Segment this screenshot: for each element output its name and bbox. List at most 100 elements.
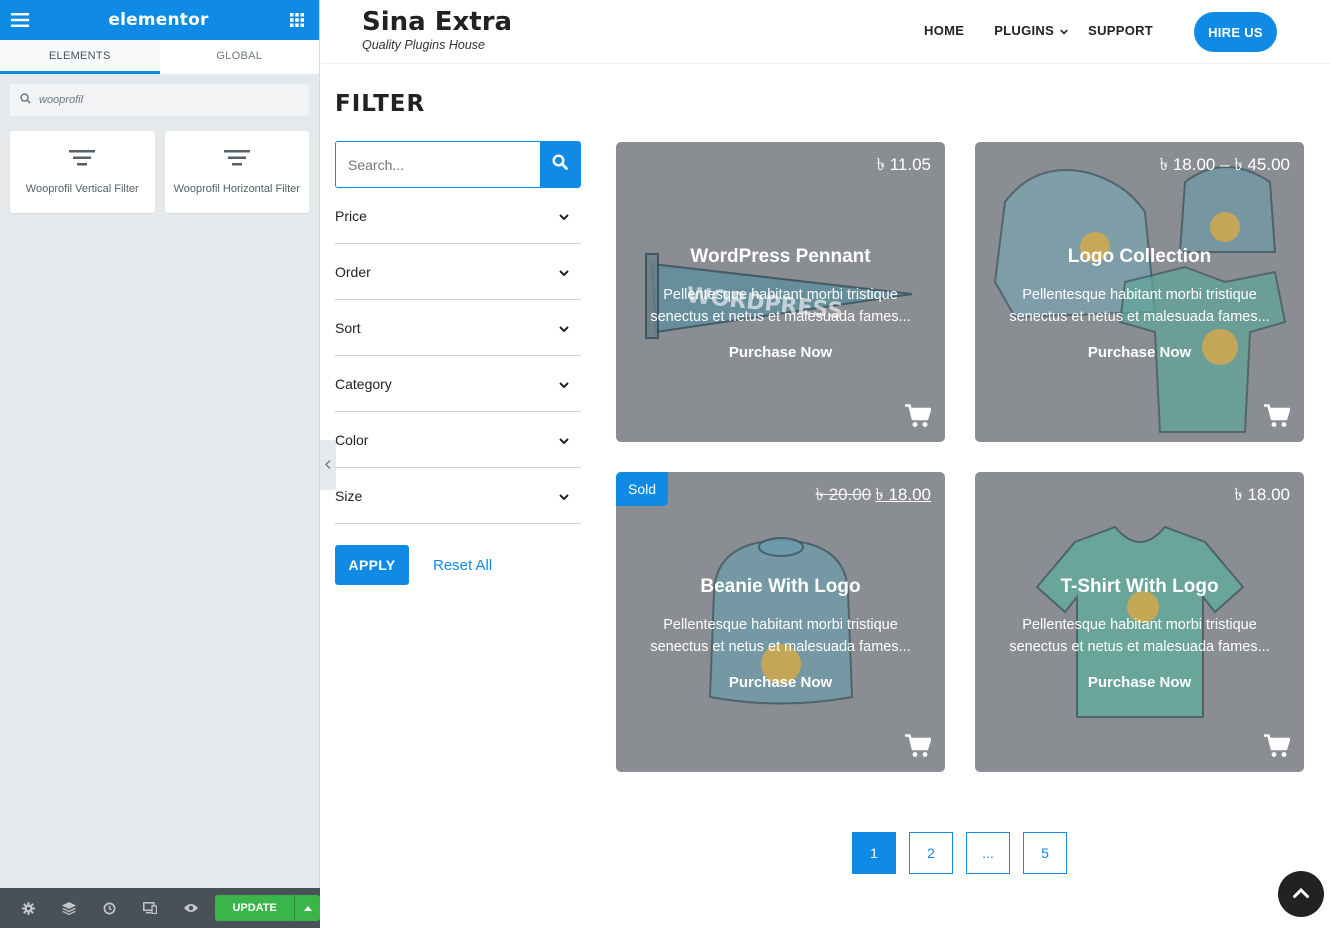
cart-icon[interactable] xyxy=(905,404,932,428)
facet-order[interactable]: Order xyxy=(335,244,581,300)
cart-icon[interactable] xyxy=(905,734,932,758)
facet-label: Size xyxy=(335,487,363,504)
product-description: Pellentesque habitant morbi tristique se… xyxy=(650,617,911,655)
price-value: ৳ 11.05 xyxy=(876,155,931,174)
elementor-panel-footer: UPDATE xyxy=(0,888,321,928)
facet-label: Order xyxy=(335,263,371,280)
facet-price[interactable]: Price xyxy=(335,188,581,244)
product-search-input[interactable] xyxy=(336,142,540,187)
filter-heading: FILTER xyxy=(335,91,426,117)
hamburger-menu-icon[interactable] xyxy=(10,10,30,30)
filter-facets: Price Order Sort Category Color Size xyxy=(335,188,581,524)
chevron-down-icon xyxy=(559,488,569,504)
facet-label: Category xyxy=(335,375,392,392)
hire-us-button[interactable]: HIRE US xyxy=(1194,12,1277,52)
old-price: ৳ 20.00 xyxy=(815,485,872,504)
site-tagline: Quality Plugins House xyxy=(362,38,485,52)
page-2-button[interactable]: 2 xyxy=(909,832,953,874)
sale-price: ৳ 18.00 xyxy=(875,485,931,504)
product-name[interactable]: Beanie With Logo xyxy=(616,576,945,598)
product-price: ৳ 18.00 – ৳ 45.00 xyxy=(1160,152,1290,180)
page-ellipsis-button[interactable]: ... xyxy=(966,832,1010,874)
preview-eye-icon[interactable] xyxy=(170,888,211,928)
settings-gear-icon[interactable] xyxy=(8,888,49,928)
pagination: 1 2 ... 5 xyxy=(852,832,1067,874)
facet-category[interactable]: Category xyxy=(335,356,581,412)
tab-elements[interactable]: ELEMENTS xyxy=(0,40,160,74)
main-nav: HOME PLUGINS SUPPORT xyxy=(924,23,1183,38)
scroll-to-top-button[interactable] xyxy=(1278,871,1324,917)
nav-label: SUPPORT xyxy=(1088,23,1154,38)
filter-lines-icon xyxy=(223,149,250,171)
purchase-now-link[interactable]: Purchase Now xyxy=(616,344,945,361)
product-search xyxy=(335,141,581,188)
filter-lines-icon xyxy=(69,149,96,171)
widget-list: Wooprofil Vertical Filter Wooprofil Hori… xyxy=(10,131,309,213)
site-header: Sina Extra Quality Plugins House HOME PL… xyxy=(321,0,1330,64)
elementor-panel: elementor ELEMENTS GLOBAL Wooprofil Vert… xyxy=(0,0,321,928)
widget-vertical-filter[interactable]: Wooprofil Vertical Filter xyxy=(10,131,155,213)
chevron-down-icon xyxy=(559,432,569,448)
product-price: ৳ 18.00 xyxy=(1234,482,1290,510)
purchase-now-link[interactable]: Purchase Now xyxy=(975,344,1304,361)
chevron-down-icon xyxy=(559,376,569,392)
facet-label: Sort xyxy=(335,319,361,336)
sold-badge: Sold xyxy=(616,472,668,506)
chevron-down-icon xyxy=(1060,23,1068,38)
facet-label: Color xyxy=(335,431,369,448)
facet-size[interactable]: Size xyxy=(335,468,581,524)
purchase-now-link[interactable]: Purchase Now xyxy=(616,674,945,691)
reset-all-link[interactable]: Reset All xyxy=(433,557,492,574)
page-5-button[interactable]: 5 xyxy=(1023,832,1067,874)
site-title[interactable]: Sina Extra xyxy=(362,7,512,37)
nav-label: PLUGINS xyxy=(994,23,1055,38)
cart-icon[interactable] xyxy=(1264,404,1291,428)
page-1-button[interactable]: 1 xyxy=(852,832,896,874)
facet-label: Price xyxy=(335,207,367,224)
widget-label: Wooprofil Horizontal Filter xyxy=(173,182,300,195)
product-card-tshirt-with-logo[interactable]: ৳ 18.00 T-Shirt With Logo Pellentesque h… xyxy=(975,472,1304,772)
nav-item-home[interactable]: HOME xyxy=(924,23,964,38)
widget-horizontal-filter[interactable]: Wooprofil Horizontal Filter xyxy=(164,131,309,213)
widget-search-input[interactable] xyxy=(39,94,279,106)
nav-item-plugins[interactable]: PLUGINS xyxy=(994,23,1068,38)
product-description: Pellentesque habitant morbi tristique se… xyxy=(650,287,911,325)
elementor-logo: elementor xyxy=(108,10,209,30)
product-price: ৳ 20.00 ৳ 18.00 xyxy=(816,482,931,510)
chevron-down-icon xyxy=(559,208,569,224)
chevron-up-icon xyxy=(1293,885,1309,903)
widget-search xyxy=(10,84,309,116)
collapse-panel-handle[interactable] xyxy=(320,440,336,490)
product-name[interactable]: T-Shirt With Logo xyxy=(975,576,1304,598)
update-button[interactable]: UPDATE xyxy=(215,895,295,921)
search-icon xyxy=(552,154,568,175)
nav-item-support[interactable]: SUPPORT xyxy=(1088,23,1153,38)
widgets-grid-icon[interactable] xyxy=(287,10,307,30)
chevron-down-icon xyxy=(559,320,569,336)
update-options-caret-icon[interactable] xyxy=(294,895,321,921)
product-card-logo-collection[interactable]: ৳ 18.00 – ৳ 45.00 Logo Collection Pellen… xyxy=(975,142,1304,442)
apply-button[interactable]: APPLY xyxy=(335,545,409,585)
history-icon[interactable] xyxy=(89,888,130,928)
product-name[interactable]: WordPress Pennant xyxy=(616,246,945,268)
chevron-down-icon xyxy=(559,264,569,280)
widget-label: Wooprofil Vertical Filter xyxy=(25,182,139,195)
product-name[interactable]: Logo Collection xyxy=(975,246,1304,268)
facet-sort[interactable]: Sort xyxy=(335,300,581,356)
cart-icon[interactable] xyxy=(1264,734,1291,758)
product-card-wordpress-pennant[interactable]: WORDPRESS ৳ 11.05 WordPress Pennant Pell… xyxy=(616,142,945,442)
facet-color[interactable]: Color xyxy=(335,412,581,468)
product-card-beanie-with-logo[interactable]: Sold ৳ 20.00 ৳ 18.00 Beanie With Logo Pel… xyxy=(616,472,945,772)
elementor-panel-header: elementor xyxy=(0,0,319,40)
product-description: Pellentesque habitant morbi tristique se… xyxy=(1009,617,1270,655)
price-value: ৳ 18.00 xyxy=(1234,485,1290,504)
tab-global[interactable]: GLOBAL xyxy=(160,40,320,74)
product-price: ৳ 11.05 xyxy=(877,152,931,180)
purchase-now-link[interactable]: Purchase Now xyxy=(975,674,1304,691)
chevron-left-icon xyxy=(325,456,331,474)
search-button[interactable] xyxy=(540,142,580,187)
navigator-layers-icon[interactable] xyxy=(49,888,90,928)
price-value: ৳ 18.00 – ৳ 45.00 xyxy=(1159,155,1290,174)
responsive-mode-icon[interactable] xyxy=(130,888,171,928)
product-description: Pellentesque habitant morbi tristique se… xyxy=(1009,287,1270,325)
